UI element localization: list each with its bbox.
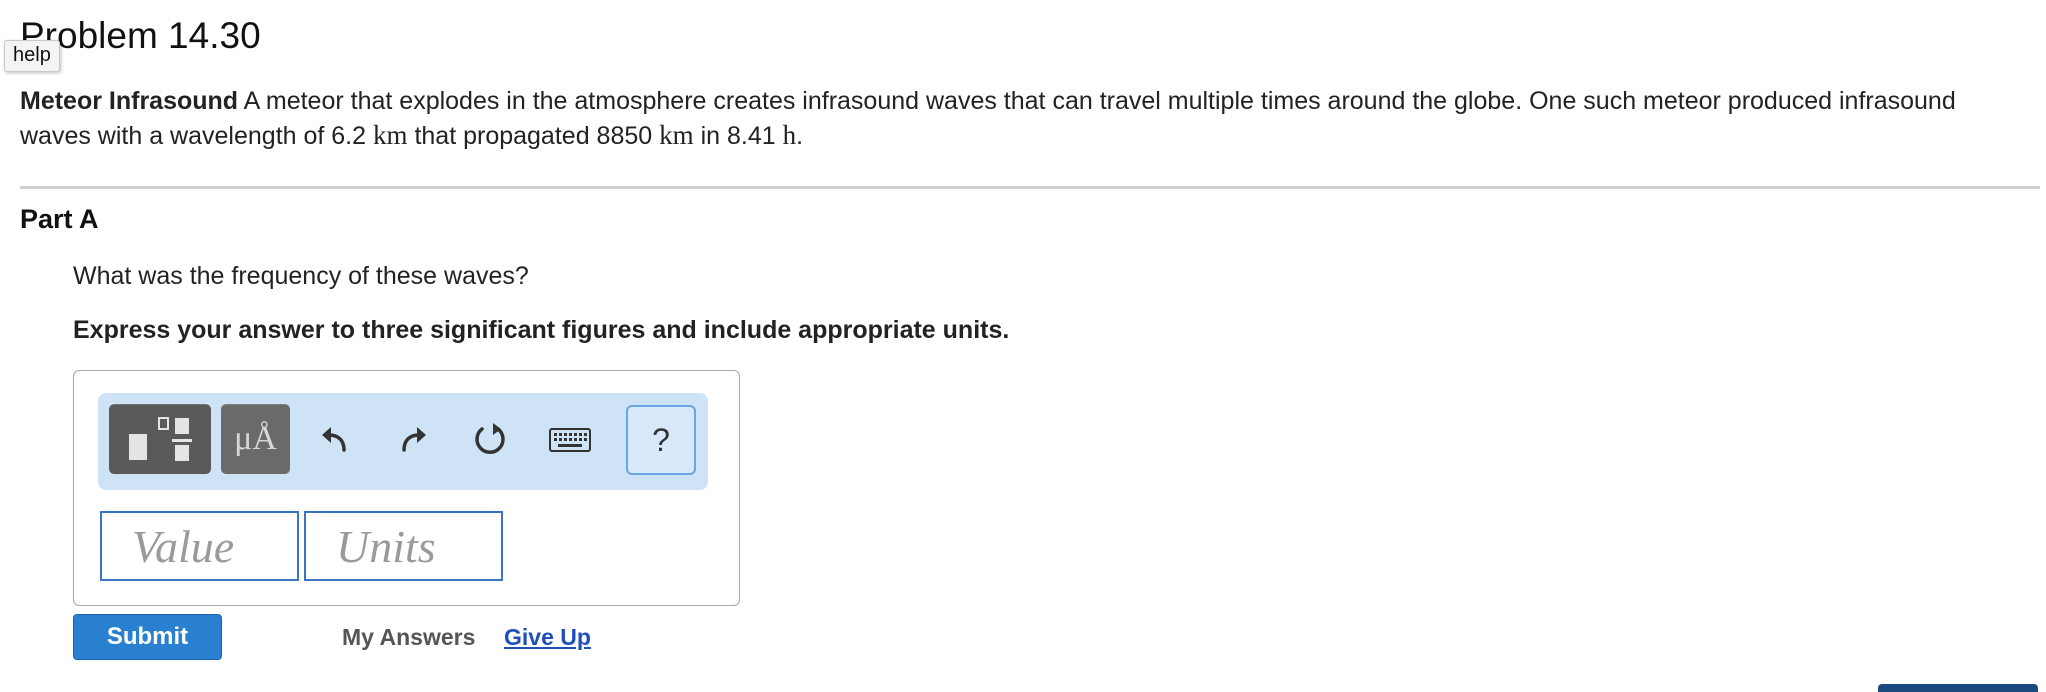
keyboard-button[interactable] (541, 413, 599, 467)
problem-intro: Meteor Infrasound A meteor that explodes… (20, 84, 2020, 153)
undo-icon (322, 427, 346, 452)
units-button[interactable]: μÅ (221, 404, 290, 474)
intro-lead: Meteor Infrasound (20, 87, 239, 115)
unit-h: h (782, 120, 797, 150)
templates-icon (129, 417, 192, 461)
page: Problem 14.30 help Meteor Infrasound A m… (0, 0, 2046, 692)
reset-icon (475, 423, 505, 454)
help-question-icon: ? (652, 421, 670, 458)
give-up-link[interactable]: Give Up (504, 624, 591, 651)
unit-km: km (372, 120, 408, 150)
help-tooltip[interactable]: help (4, 40, 60, 72)
undo-button[interactable] (310, 411, 360, 467)
answer-box: μÅ ? Value Units (73, 370, 740, 606)
answer-instruction: Express your answer to three significant… (73, 316, 1010, 344)
redo-icon (402, 427, 426, 452)
my-answers-link[interactable]: My Answers (342, 624, 475, 651)
units-input[interactable] (304, 511, 503, 581)
templates-button[interactable] (109, 404, 211, 474)
math-toolbar: μÅ ? (98, 393, 708, 490)
redo-button[interactable] (388, 411, 438, 467)
part-a-heading[interactable]: Part A (20, 204, 99, 235)
intro-text: in 8.41 (693, 122, 783, 150)
units-symbol: μÅ (234, 420, 277, 457)
reset-button[interactable] (463, 411, 517, 467)
help-button[interactable]: ? (626, 405, 696, 475)
section-divider (20, 186, 2040, 189)
keyboard-icon (549, 428, 591, 452)
value-input[interactable] (100, 511, 299, 581)
intro-text: A meteor that explodes in the atmosphere… (20, 87, 1956, 150)
intro-text: . (796, 122, 804, 150)
question-text: What was the frequency of these waves? (73, 262, 529, 290)
submit-button[interactable]: Submit (73, 614, 222, 660)
unit-km: km (659, 120, 694, 150)
continue-button[interactable] (1878, 684, 2038, 692)
intro-text: that propagated 8850 (407, 122, 660, 150)
